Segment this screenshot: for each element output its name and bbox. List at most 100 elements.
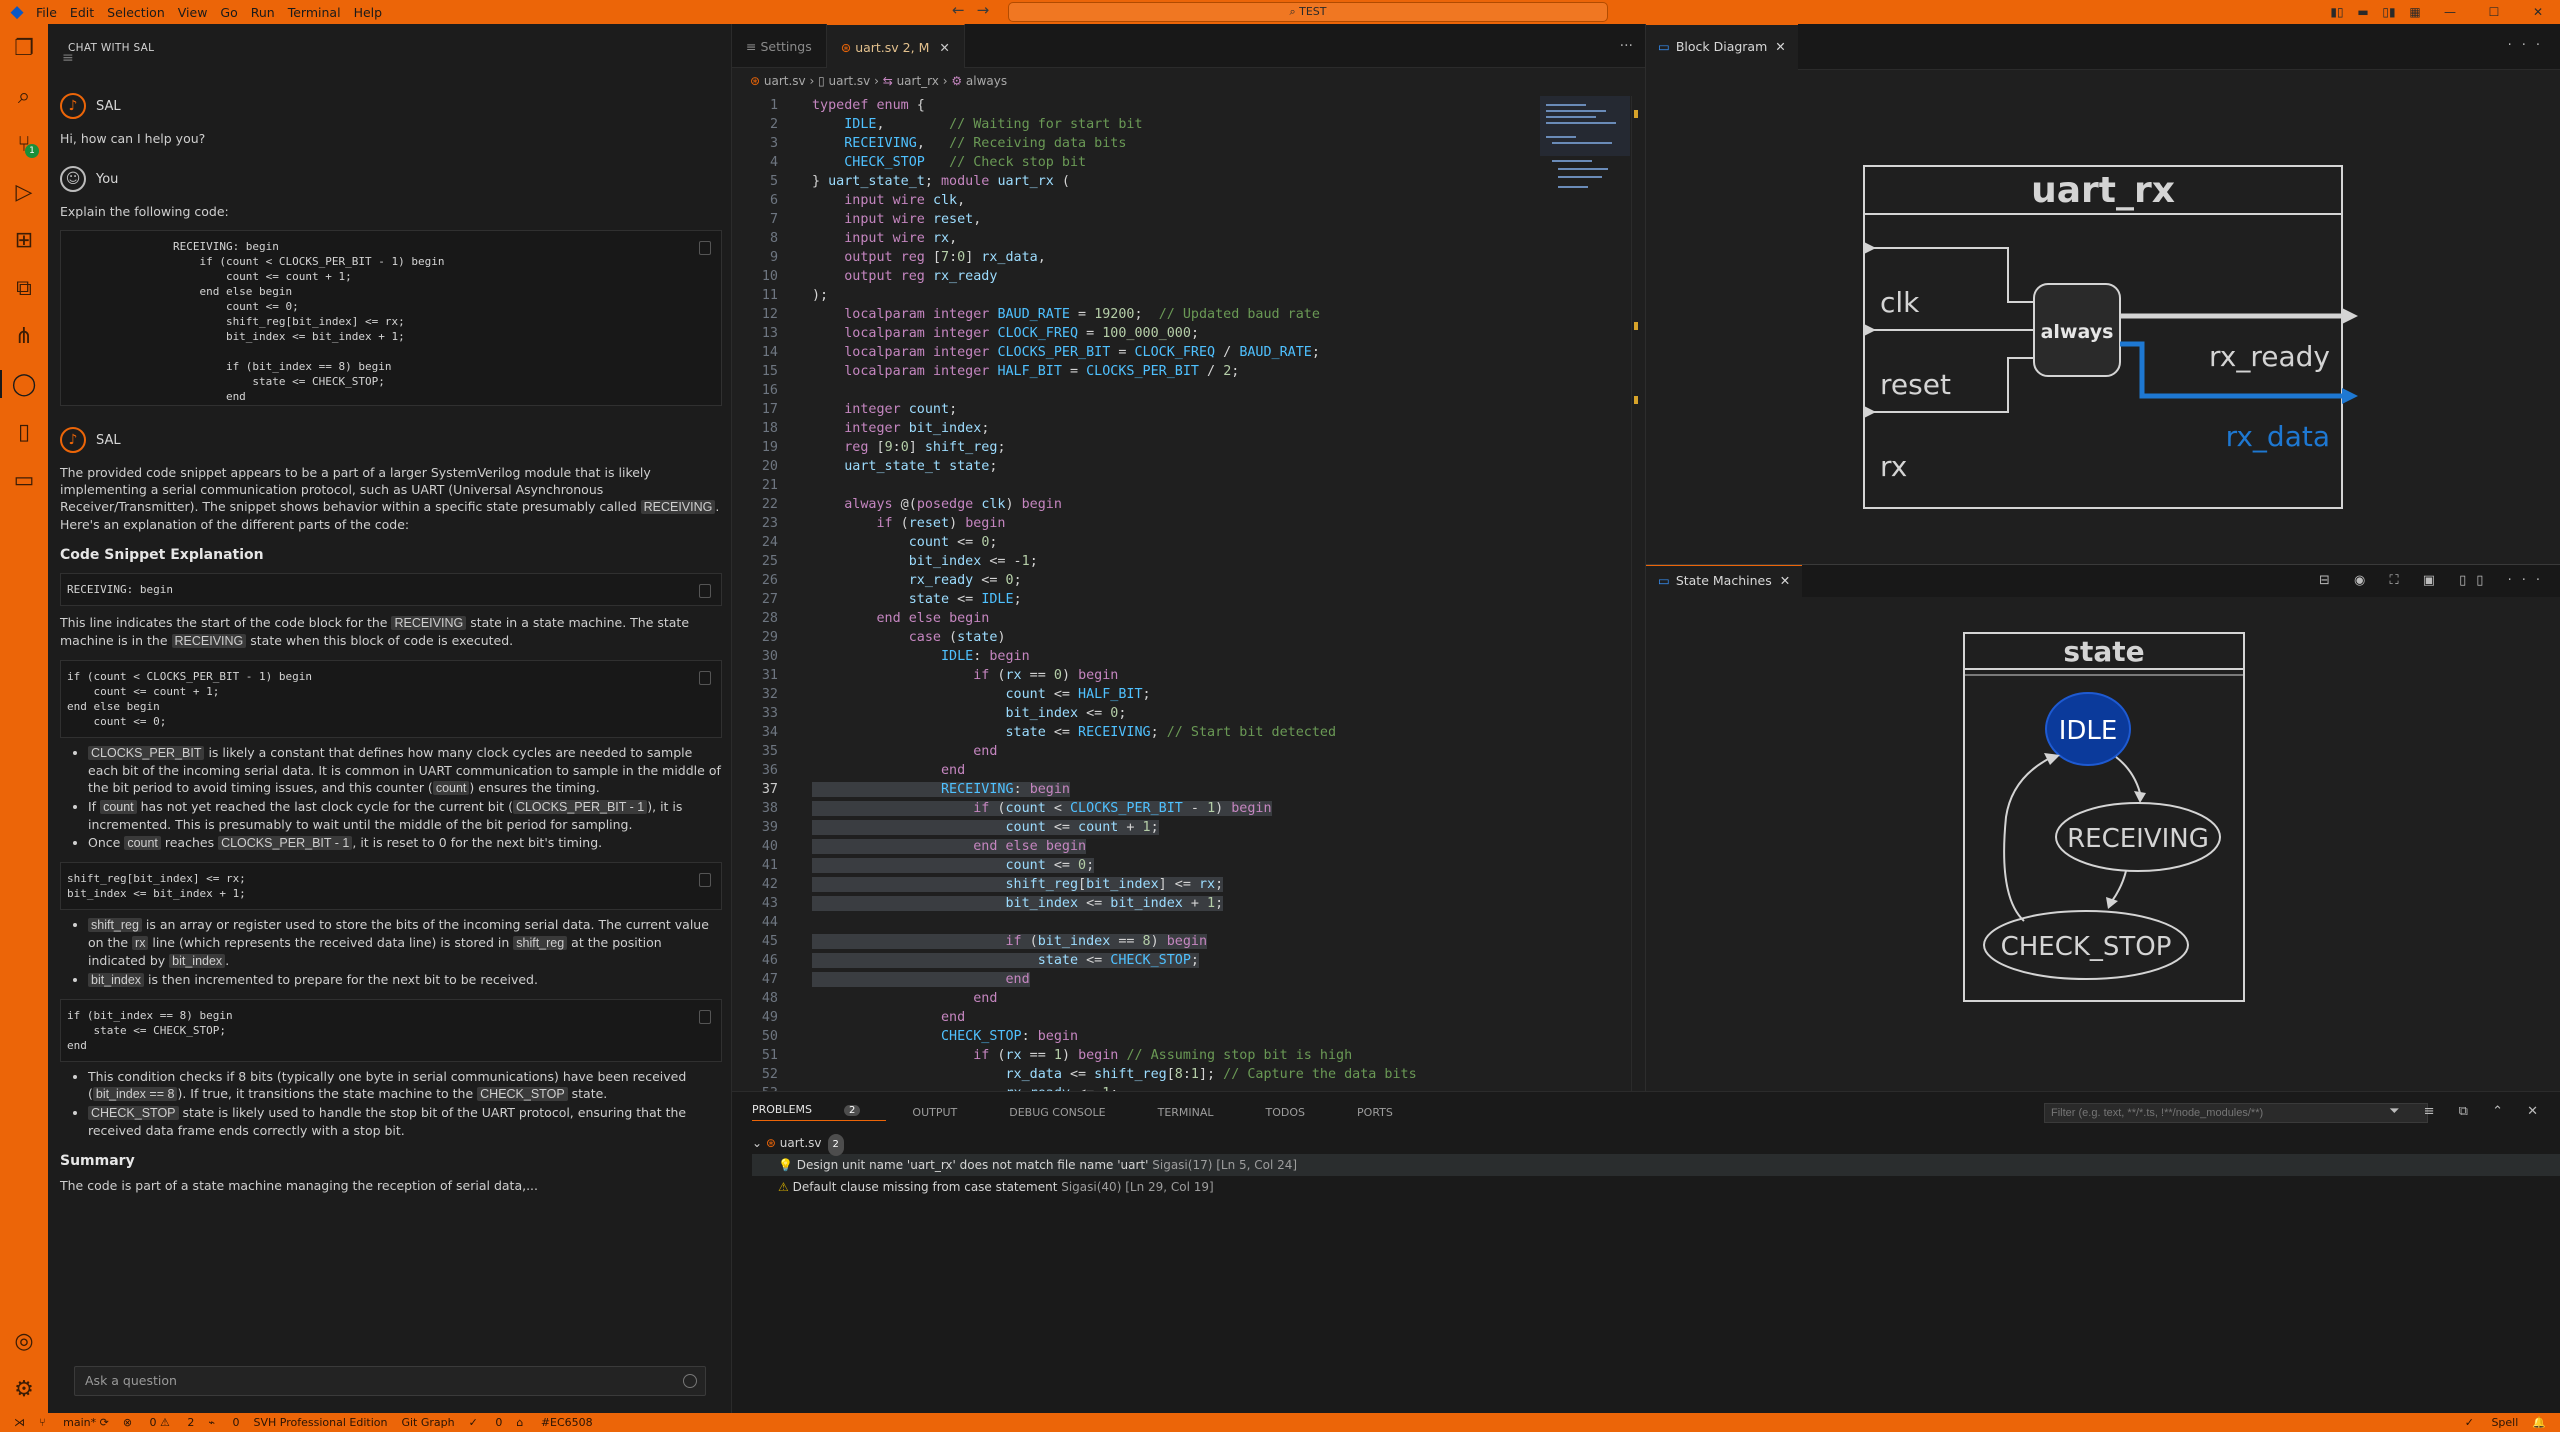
code-line[interactable]: 1 typedef enum { [732,96,1552,115]
check-item[interactable]: ✓ 0 [469,1416,503,1429]
code-line[interactable]: 48 end [732,989,1552,1008]
code-line[interactable]: 15 localparam integer HALF_BIT = CLOCKS_… [732,362,1552,381]
panel-tab-output[interactable]: OUTPUT [912,1106,983,1119]
code-line[interactable]: 41 count <= 0; [732,856,1552,875]
source-control-icon[interactable]: ⑂ 1 [0,120,48,168]
run-debug-icon[interactable]: ▷ [0,168,48,216]
code-line[interactable]: 9 output reg [7:0] rx_data, [732,248,1552,267]
bookmark-icon[interactable]: ▯ [0,408,48,456]
code-line[interactable]: 21 [732,476,1552,495]
close-icon[interactable]: ✕ [939,40,949,55]
panel-actions[interactable]: ⏷ ≡ ⧉ ⌃ ✕ [2389,1104,2548,1119]
copy-icon[interactable] [699,873,711,887]
code-line[interactable]: 34 state <= RECEIVING; // Start bit dete… [732,723,1552,742]
panel-tab-debug-console[interactable]: DEBUG CONSOLE [1009,1106,1131,1119]
command-center[interactable]: ⌕ TEST [1008,2,1608,22]
menu-item-view[interactable]: View [178,5,208,20]
menu-item-terminal[interactable]: Terminal [288,5,341,20]
edition-label[interactable]: SVH Professional Edition [254,1416,388,1429]
code-line[interactable]: 14 localparam integer CLOCKS_PER_BIT = C… [732,343,1552,362]
more-actions-icon[interactable]: ··· [1620,38,1633,54]
copy-icon[interactable] [699,241,711,255]
code-line[interactable]: 49 end [732,1008,1552,1027]
extensions-icon[interactable]: ⊞ [0,216,48,264]
breadcrumb-item[interactable]: uart.sv [764,74,806,88]
code-line[interactable]: 36 end [732,761,1552,780]
hierarchy-icon[interactable]: ⋔ [0,312,48,360]
panel-tab-todos[interactable]: TODOS [1266,1106,1332,1119]
remote-explorer-icon[interactable]: ⧉ [0,264,48,312]
code-line[interactable]: 38 if (count < CLOCKS_PER_BIT - 1) begin [732,799,1552,818]
code-line[interactable]: 27 state <= IDLE; [732,590,1552,609]
breadcrumb-item[interactable]: uart.sv [829,74,871,88]
problem-row[interactable]: ⚠ Default clause missing from case state… [752,1176,2560,1198]
code-line[interactable]: 50 CHECK_STOP: begin [732,1027,1552,1046]
folder-icon[interactable]: ▭ [0,456,48,504]
code-line[interactable]: 51 if (rx == 1) begin // Assuming stop b… [732,1046,1552,1065]
minimize-button[interactable]: — [2428,5,2472,19]
code-line[interactable]: 16 [732,381,1552,400]
toggle-sidebar-icon[interactable]: ▮▯ [2324,5,2350,19]
menu-item-help[interactable]: Help [354,5,383,20]
code-line[interactable]: 13 localparam integer CLOCK_FREQ = 100_0… [732,324,1552,343]
code-line[interactable]: 43 bit_index <= bit_index + 1; [732,894,1552,913]
menu-item-file[interactable]: File [36,5,57,20]
code-line[interactable]: 26 rx_ready <= 0; [732,571,1552,590]
notifications-icon[interactable]: 🔔 [2532,1416,2546,1429]
code-line[interactable]: 29 case (state) [732,628,1552,647]
branch-item[interactable]: ⑂ main* ⟳ [39,1416,109,1429]
code-line[interactable]: 33 bit_index <= 0; [732,704,1552,723]
breadcrumb-item[interactable]: always [966,74,1007,88]
code-line[interactable]: 46 state <= CHECK_STOP; [732,951,1552,970]
code-line[interactable]: 6 input wire clk, [732,191,1552,210]
code-line[interactable]: 32 count <= HALF_BIT; [732,685,1552,704]
account-icon[interactable]: ◎ [0,1317,48,1365]
code-line[interactable]: 22 always @(posedge clk) begin [732,495,1552,514]
customize-layout-icon[interactable]: ▦ [2402,5,2428,19]
code-line[interactable]: 2 IDLE, // Waiting for start bit [732,115,1552,134]
panel-tab-ports[interactable]: PORTS [1357,1106,1419,1119]
code-line[interactable]: 42 shift_reg[bit_index] <= rx; [732,875,1552,894]
code-line[interactable]: 40 end else begin [732,837,1552,856]
send-icon[interactable] [683,1374,697,1388]
code-line[interactable]: 4 CHECK_STOP // Check stop bit [732,153,1552,172]
menu-item-selection[interactable]: Selection [107,5,165,20]
code-line[interactable]: 44 [732,913,1552,932]
tab-uart-sv[interactable]: ⊛ uart.sv 2, M ✕ [826,24,965,68]
code-line[interactable]: 17 integer count; [732,400,1552,419]
problems-filter-input[interactable] [2044,1103,2428,1123]
code-line[interactable]: 52 rx_data <= shift_reg[8:1]; // Capture… [732,1065,1552,1084]
close-window-button[interactable]: ✕ [2516,5,2560,19]
menu-item-edit[interactable]: Edit [70,5,94,20]
code-line[interactable]: 23 if (reset) begin [732,514,1552,533]
close-icon[interactable]: ✕ [1780,573,1790,588]
breadcrumb-item[interactable]: uart_rx [897,74,939,88]
ports-item[interactable]: ⌁ 0 [208,1416,239,1429]
copy-icon[interactable] [699,671,711,685]
panel-tab-problems[interactable]: PROBLEMS 2 [752,1103,887,1121]
manage-gear-icon[interactable]: ⚙ [0,1365,48,1413]
code-line[interactable]: 47 end [732,970,1552,989]
editor-scrollbar[interactable] [1631,96,1645,1091]
tab-settings[interactable]: ≡ Settings [732,24,827,68]
search-icon[interactable]: ⌕ [0,72,48,120]
code-editor[interactable]: 1 typedef enum {2 IDLE, // Waiting for st… [732,96,1552,1091]
code-line[interactable]: 7 input wire reset, [732,210,1552,229]
nav-arrows[interactable]: ←→ [952,1,1001,19]
code-line[interactable]: 30 IDLE: begin [732,647,1552,666]
problem-row[interactable]: 💡 Design unit name 'uart_rx' does not ma… [752,1154,2560,1176]
chat-menu-icon[interactable]: ≡ [62,50,74,66]
code-line[interactable]: 53 rx_ready <= 1; [732,1084,1552,1091]
color-item[interactable]: ⌂ #EC6508 [516,1416,592,1429]
code-line[interactable]: 45 if (bit_index == 8) begin [732,932,1552,951]
menu-item-run[interactable]: Run [251,5,275,20]
spell-item[interactable]: ✓ Spell [2465,1416,2519,1429]
maximize-button[interactable]: ☐ [2472,5,2516,19]
toggle-secondary-sidebar-icon[interactable]: ▯▮ [2376,5,2402,19]
code-line[interactable]: 18 integer bit_index; [732,419,1552,438]
code-line[interactable]: 8 input wire rx, [732,229,1552,248]
state-machine-toolbar[interactable]: ⊟ ◉ ⛶ ▣ ▯▯ ··· [2319,573,2550,588]
ask-input[interactable]: Ask a question [74,1366,706,1396]
code-line[interactable]: 35 end [732,742,1552,761]
code-line[interactable]: 39 count <= count + 1; [732,818,1552,837]
